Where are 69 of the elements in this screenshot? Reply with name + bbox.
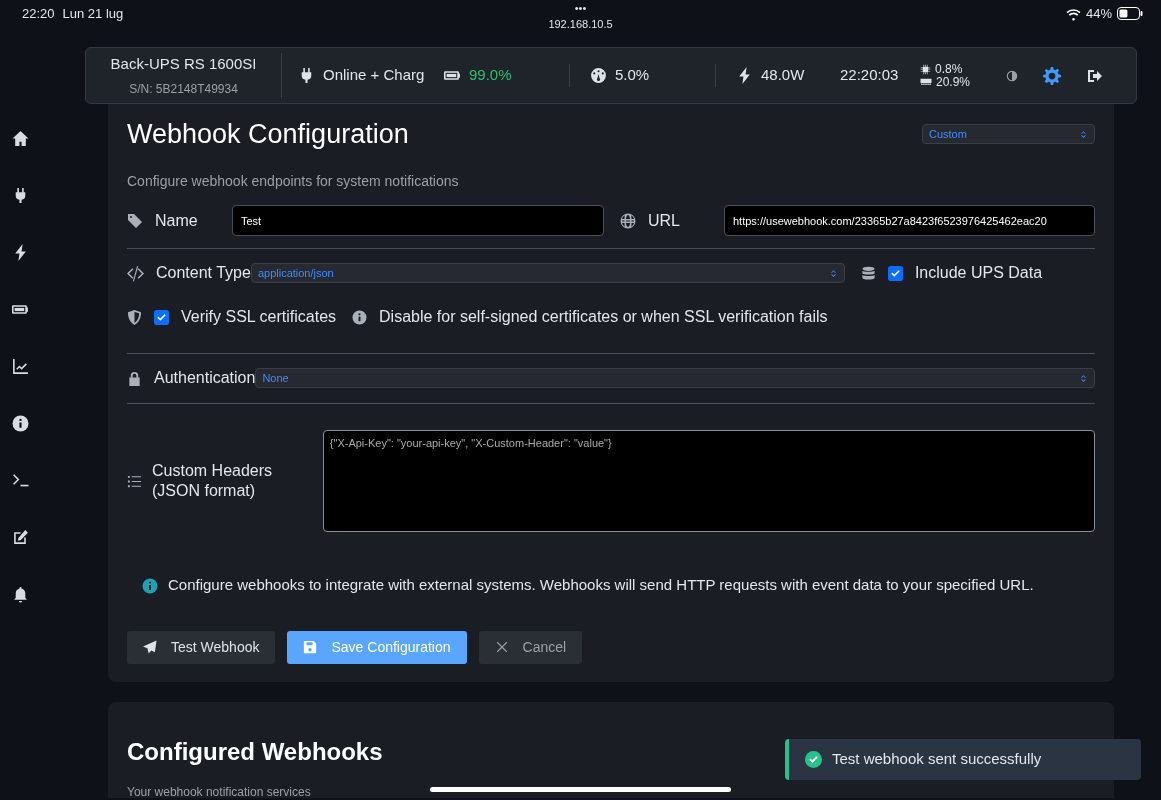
chevron-icon <box>828 268 838 278</box>
more-dots: ••• <box>574 2 587 14</box>
device-date: Lun 21 lug <box>62 6 124 21</box>
bell-icon[interactable] <box>11 586 29 603</box>
battery-icon <box>1117 7 1143 21</box>
chip-icon <box>920 63 931 75</box>
url-field[interactable]: https://usewebhook.com/23365b27a8423f6523976425462eac20 <box>724 205 1095 237</box>
test-button[interactable]: Test Webhook <box>127 630 276 664</box>
info-icon <box>142 577 158 594</box>
lock-icon <box>127 370 142 386</box>
cancel-button[interactable]: Cancel <box>478 630 583 664</box>
gauge-icon <box>590 67 607 84</box>
toast-message: Test webhook sent successfully <box>832 749 1042 770</box>
shield-icon <box>127 309 142 325</box>
globe-icon <box>620 212 636 229</box>
chevron-icon <box>1079 373 1088 383</box>
cpu-usage: 0.8% <box>935 62 963 76</box>
include-ups-checkbox[interactable] <box>887 265 903 281</box>
battery-percent: 44% <box>1085 5 1112 23</box>
send-icon <box>143 640 157 655</box>
database-icon <box>860 265 876 281</box>
chevron-icon <box>1079 129 1088 139</box>
section-subtitle: Your webhook notification services <box>127 784 311 798</box>
logout-icon[interactable] <box>1086 67 1104 84</box>
load-percent: 5.0% <box>615 65 650 86</box>
power-status: Online + Charg <box>323 65 424 86</box>
field-label: Authentication <box>154 368 256 389</box>
edit-icon[interactable] <box>11 529 29 546</box>
lightning-icon <box>736 67 753 84</box>
battery-charge: 99.0% <box>469 65 512 86</box>
tag-icon <box>127 212 143 229</box>
serial-number: S/N: 5B2148T49934 <box>129 80 238 98</box>
headers-field[interactable]: {"X-Api-Key": "your-api-key", "X-Custom-Header": "value"} <box>322 430 1095 533</box>
checkbox-label: Include UPS Data <box>914 263 1043 284</box>
chart-icon[interactable] <box>11 358 29 375</box>
info-text: Configure webhooks to integrate with external systems. Webhooks will send HTTP requests with event data to your specified URL. <box>168 575 1034 596</box>
close-icon <box>494 640 509 655</box>
contrast-icon[interactable] <box>1006 69 1018 82</box>
checkbox-label: Verify SSL certificates <box>181 307 337 328</box>
ups-model: Back-UPS RS 1600SI <box>110 54 257 75</box>
verify-ssl-checkbox[interactable] <box>154 309 169 325</box>
info-icon[interactable] <box>11 415 29 432</box>
power-watts: 48.0W <box>761 65 805 86</box>
success-icon <box>805 751 822 768</box>
memory-icon <box>920 76 932 88</box>
terminal-icon[interactable] <box>11 472 29 489</box>
auth-select[interactable]: None <box>255 368 1095 389</box>
device-clock: 22:20 <box>22 6 55 21</box>
settings-icon[interactable] <box>1043 66 1061 85</box>
form-subtitle: Configure webhook endpoints for system notifications <box>127 172 460 192</box>
section-title: Configured Webhooks <box>127 737 383 767</box>
field-label: URL <box>648 210 680 231</box>
code-icon <box>127 264 144 282</box>
field-label: Name <box>155 210 198 231</box>
memory-usage: 20.9% <box>936 75 971 89</box>
save-icon <box>303 640 318 655</box>
preset-select[interactable]: Custom <box>922 124 1095 145</box>
address-text: 192.168.10.5 <box>548 18 613 31</box>
name-field[interactable]: Test <box>232 205 604 237</box>
form-title: Webhook Configuration <box>127 118 409 151</box>
content-type-select[interactable]: application/json <box>250 263 845 284</box>
hint-text: Disable for self-signed certificates or when SSL verification fails <box>379 307 828 328</box>
field-label: Custom Headers (JSON format) <box>152 461 274 502</box>
home-icon[interactable] <box>11 130 29 147</box>
info-icon <box>352 309 368 325</box>
clock-time: 22:20:03 <box>840 66 899 84</box>
list-icon <box>127 473 142 489</box>
wifi-icon <box>1065 6 1081 21</box>
field-label: Content Type <box>156 263 251 284</box>
